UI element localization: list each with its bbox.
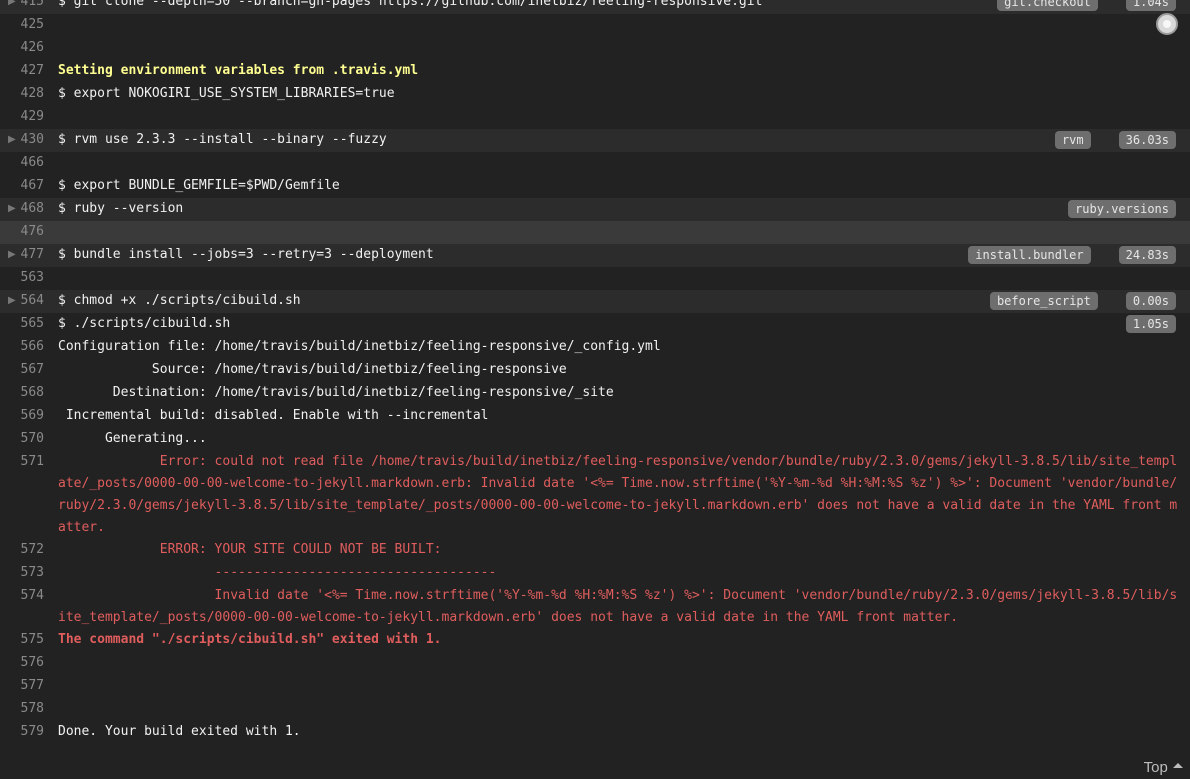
duration-badge: 0.00s [1125, 292, 1176, 310]
duration-badge: 24.83s [1118, 246, 1176, 264]
line-number[interactable]: 428 [0, 83, 58, 105]
line-number[interactable]: 570 [0, 428, 58, 450]
caret-up-icon [1173, 763, 1183, 768]
log-line: 570 Generating... [0, 428, 1190, 451]
log-line: 576 [0, 652, 1190, 675]
line-number[interactable]: 427 [0, 60, 58, 82]
line-text: $ export BUNDLE_GEMFILE=$PWD/Gemfile [58, 178, 340, 193]
line-badges: before_script 0.00s [989, 292, 1176, 310]
log-line: 427 Setting environment variables from .t… [0, 60, 1190, 83]
log-line: 568 Destination: /home/travis/build/inet… [0, 382, 1190, 405]
log-line: 428 $ export NOKOGIRI_USE_SYSTEM_LIBRARIE… [0, 83, 1190, 106]
log-line: 575 The command "./scripts/cibuild.sh" ex… [0, 629, 1190, 652]
top-link[interactable]: Top [1144, 759, 1184, 776]
line-number[interactable]: 563 [0, 267, 58, 289]
log-fold-line[interactable]: ▶ 564 $ chmod +x ./scripts/cibuild.sh befor… [0, 290, 1190, 313]
log-fold-line[interactable]: ▶ 415 $ git clone --depth=50 --branch=gh-p… [0, 0, 1190, 14]
log-fold-line[interactable]: ▶ 468 $ ruby --version ruby.versions [0, 198, 1190, 221]
line-number[interactable]: 568 [0, 382, 58, 404]
log-line: 425 [0, 14, 1190, 37]
fold-tag-badge: rvm [1054, 131, 1091, 149]
line-number[interactable]: 572 [0, 539, 58, 561]
fold-tag-badge: ruby.versions [1068, 200, 1176, 218]
line-number[interactable]: 578 [0, 698, 58, 720]
line-text: Invalid date '<%= Time.now.strftime('%Y-… [58, 588, 1178, 625]
log-line: 566 Configuration file: /home/travis/buil… [0, 336, 1190, 359]
fold-tag-badge: git.checkout [997, 0, 1098, 11]
duration-badge: 36.03s [1118, 131, 1176, 149]
top-link-label: Top [1143, 759, 1168, 776]
log-fold-line[interactable]: ▶ 430 $ rvm use 2.3.3 --install --binary -… [0, 129, 1190, 152]
line-number[interactable]: 467 [0, 175, 58, 197]
log-line: 578 [0, 698, 1190, 721]
triangle-right-icon[interactable]: ▶ [8, 198, 22, 220]
line-text: Done. Your build exited with 1. [58, 724, 301, 739]
line-number[interactable]: 577 [0, 675, 58, 697]
log-line: 565 $ ./scripts/cibuild.sh 1.05s [0, 313, 1190, 336]
line-text: $ ruby --version [58, 201, 184, 216]
log-fold-line[interactable]: ▶ 477 $ bundle install --jobs=3 --retry=3 … [0, 244, 1190, 267]
build-log: ▶ 415 $ git clone --depth=50 --branch=gh-p… [0, 0, 1190, 744]
line-number[interactable]: 579 [0, 721, 58, 743]
line-badges: git.checkout 1.04s [997, 0, 1176, 11]
line-text: Destination: /home/travis/build/inetbiz/… [58, 385, 614, 400]
log-line: 571 Error: could not read file /home/tra… [0, 451, 1190, 539]
log-line: 467 $ export BUNDLE_GEMFILE=$PWD/Gemfile [0, 175, 1190, 198]
fold-tag-badge: install.bundler [968, 246, 1091, 264]
line-number[interactable]: 425 [0, 14, 58, 36]
line-text: ERROR: YOUR SITE COULD NOT BE BUILT: [58, 542, 442, 557]
line-number[interactable]: 429 [0, 106, 58, 128]
line-number[interactable]: 567 [0, 359, 58, 381]
scroll-indicator-icon[interactable] [1156, 13, 1178, 35]
log-line: 572 ERROR: YOUR SITE COULD NOT BE BUILT: [0, 539, 1190, 562]
log-line: 567 Source: /home/travis/build/inetbiz/f… [0, 359, 1190, 382]
fold-tag-badge: before_script [989, 292, 1098, 310]
line-number[interactable]: 426 [0, 37, 58, 59]
line-text: Setting environment variables from .trav… [58, 63, 419, 78]
log-line: 563 [0, 267, 1190, 290]
line-text: ------------------------------------ [58, 565, 497, 580]
line-badges: install.bundler 24.83s [968, 246, 1176, 264]
line-number[interactable]: 573 [0, 562, 58, 584]
line-number[interactable]: 476 [0, 221, 58, 243]
line-badges: rvm 36.03s [1054, 131, 1176, 149]
triangle-right-icon[interactable]: ▶ [8, 290, 22, 312]
line-text: Generating... [58, 431, 207, 446]
log-line: 466 [0, 152, 1190, 175]
line-badges: 1.05s [1125, 315, 1176, 333]
log-line: 569 Incremental build: disabled. Enable … [0, 405, 1190, 428]
log-line: 574 Invalid date '<%= Time.now.strftime(… [0, 585, 1190, 629]
log-line: 577 [0, 675, 1190, 698]
line-number[interactable]: 576 [0, 652, 58, 674]
log-line: 426 [0, 37, 1190, 60]
duration-badge: 1.04s [1125, 0, 1176, 11]
line-text: Source: /home/travis/build/inetbiz/feeli… [58, 362, 567, 377]
log-line: 573 ------------------------------------ [0, 562, 1190, 585]
line-badges: ruby.versions [1068, 200, 1176, 218]
line-text: Error: could not read file /home/travis/… [58, 454, 1178, 535]
line-text: $ export NOKOGIRI_USE_SYSTEM_LIBRARIES=t… [58, 86, 395, 101]
duration-badge: 1.05s [1125, 315, 1176, 333]
log-line: 579 Done. Your build exited with 1. [0, 721, 1190, 744]
line-text: The command "./scripts/cibuild.sh" exite… [58, 632, 442, 647]
triangle-right-icon[interactable]: ▶ [8, 129, 22, 151]
line-number[interactable]: 466 [0, 152, 58, 174]
line-number[interactable]: 574 [0, 585, 58, 607]
triangle-right-icon[interactable]: ▶ [8, 0, 22, 13]
triangle-right-icon[interactable]: ▶ [8, 244, 22, 266]
line-text: $ rvm use 2.3.3 --install --binary --fuz… [58, 132, 387, 147]
line-number[interactable]: 569 [0, 405, 58, 427]
log-line: 429 [0, 106, 1190, 129]
line-number[interactable]: 566 [0, 336, 58, 358]
line-text: Configuration file: /home/travis/build/i… [58, 339, 661, 354]
line-text: Incremental build: disabled. Enable with… [58, 408, 489, 423]
line-number[interactable]: 575 [0, 629, 58, 651]
line-number[interactable]: 565 [0, 313, 58, 335]
line-text: $ ./scripts/cibuild.sh [58, 316, 231, 331]
line-number[interactable]: 571 [0, 451, 58, 473]
log-line: 476 [0, 221, 1190, 244]
